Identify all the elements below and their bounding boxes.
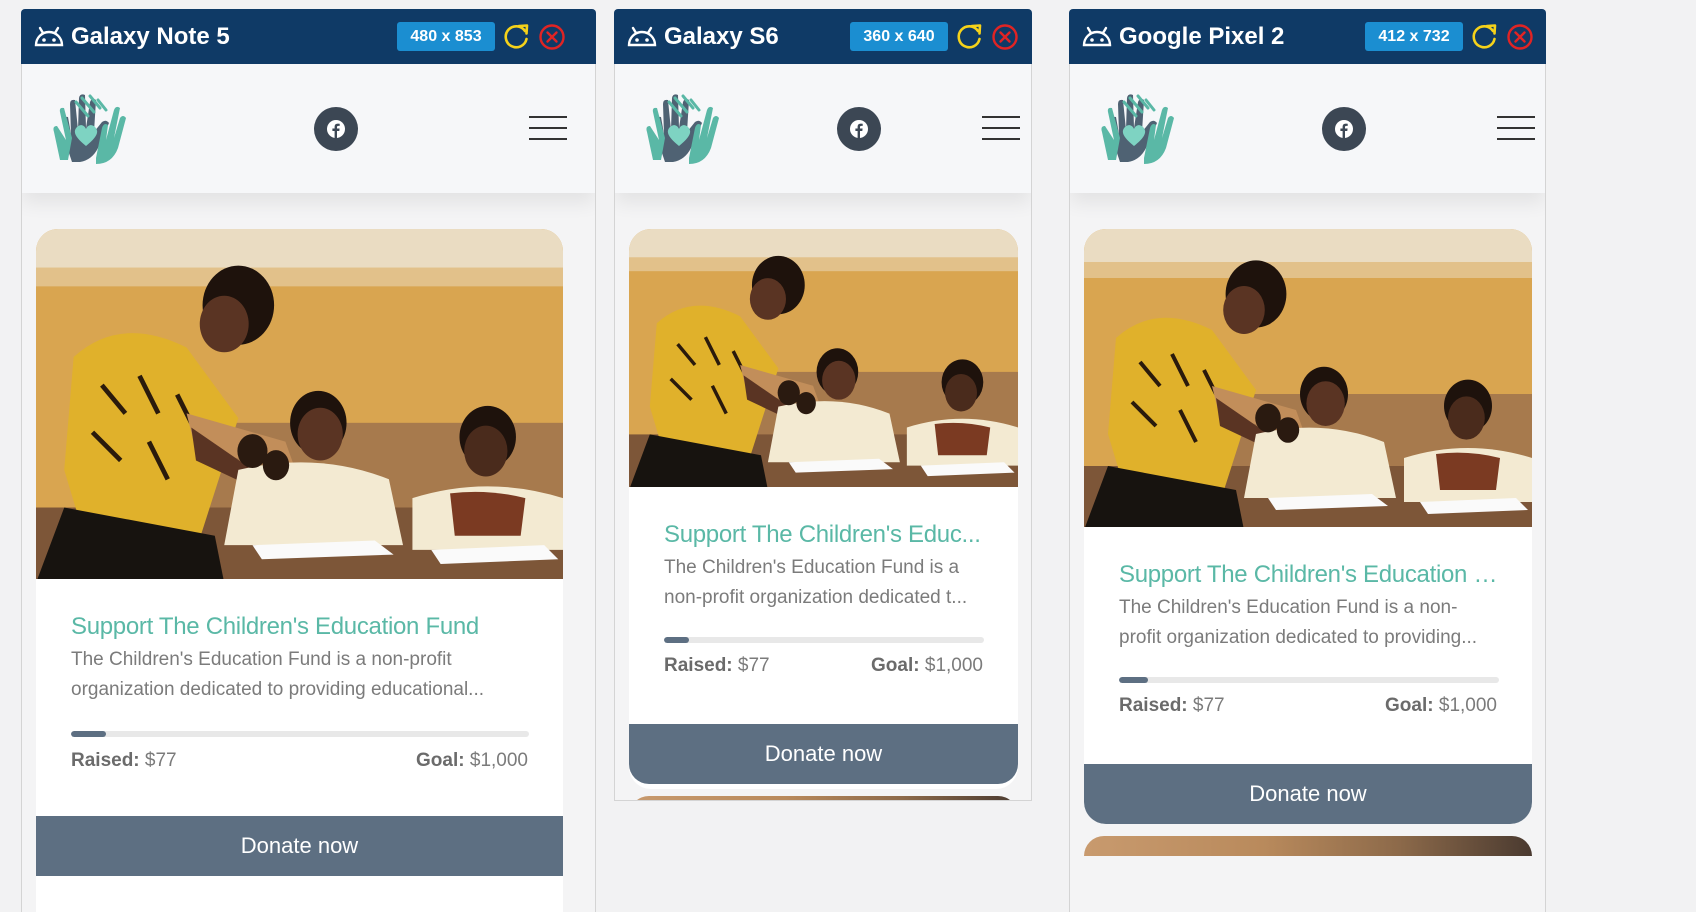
device-galaxy-s6: Galaxy S6 360 x 640 Support The Children…: [614, 9, 1032, 801]
description-line: The Children's Education Fund is a non-p…: [71, 649, 452, 670]
resolution-badge[interactable]: 360 x 640: [850, 22, 948, 51]
device-screen: Support The Children's Education Fund Th…: [21, 64, 596, 912]
goal-label: Goal:: [1385, 695, 1434, 716]
android-icon: [626, 25, 658, 47]
campaign-description: The Children's Education Fund is a non-p…: [71, 645, 531, 705]
close-icon[interactable]: [537, 22, 567, 52]
device-screen: Support The Children's Educ... The Child…: [614, 64, 1032, 801]
goal-label: Goal:: [871, 655, 920, 676]
facebook-icon: [849, 119, 869, 139]
reload-icon[interactable]: [1469, 22, 1499, 52]
device-name: Google Pixel 2: [1119, 23, 1285, 50]
device-name: Galaxy S6: [664, 23, 779, 50]
campaign-image[interactable]: [1084, 229, 1532, 527]
campaign-title[interactable]: Support The Children's Educ...: [664, 520, 994, 550]
progress-fill: [664, 637, 689, 643]
hands-heart-logo[interactable]: [1094, 88, 1174, 168]
raised-label: Raised:: [1119, 695, 1188, 716]
site-header: [22, 64, 595, 193]
hands-heart-logo[interactable]: [46, 88, 126, 168]
facebook-button[interactable]: [314, 107, 358, 151]
next-campaign-image: [1084, 836, 1532, 856]
description-line: profit organization dedicated to providi…: [1119, 627, 1478, 648]
device-titlebar: Galaxy S6 360 x 640: [614, 9, 1032, 64]
device-titlebar: Google Pixel 2 412 x 732: [1069, 9, 1546, 64]
description-line: non-profit organization dedicated t...: [664, 587, 968, 608]
raised-value: $77: [737, 655, 770, 676]
campaign-title[interactable]: Support The Children's Education Fund: [71, 612, 541, 642]
description-line: The Children's Education Fund is a non-: [1119, 597, 1458, 618]
progress-fill: [1119, 677, 1149, 683]
close-icon[interactable]: [990, 22, 1020, 52]
device-titlebar: Galaxy Note 5 480 x 853: [21, 9, 596, 64]
facebook-button[interactable]: [1322, 107, 1366, 151]
campaign-card: Support The Children's Education Fund Th…: [36, 229, 563, 912]
goal-amount: Goal: $1,000: [871, 654, 983, 678]
goal-value: $1,000: [1438, 695, 1497, 716]
donate-button[interactable]: Donate now: [1084, 764, 1532, 824]
menu-icon[interactable]: [1497, 116, 1535, 142]
device-galaxy-note-5: Galaxy Note 5 480 x 853 Support The Chil…: [21, 9, 596, 912]
goal-label: Goal:: [416, 750, 465, 771]
site-header: [1070, 64, 1545, 193]
resolution-badge[interactable]: 412 x 732: [1365, 22, 1463, 51]
raised-amount: Raised: $77: [1119, 694, 1225, 718]
description-line: The Children's Education Fund is a: [664, 557, 960, 578]
android-icon: [1081, 25, 1113, 47]
raised-amount: Raised: $77: [71, 749, 177, 773]
campaign-card: Support The Children's Educ... The Child…: [629, 229, 1018, 789]
device-name: Galaxy Note 5: [71, 23, 230, 50]
description-line: organization dedicated to providing educ…: [71, 679, 485, 700]
donate-button[interactable]: Donate now: [629, 724, 1018, 784]
device-screen: Support The Children's Education F... Th…: [1069, 64, 1546, 912]
donate-button[interactable]: Donate now: [36, 816, 563, 876]
raised-value: $77: [144, 750, 177, 771]
facebook-icon: [1334, 119, 1354, 139]
campaign-image[interactable]: [629, 229, 1018, 487]
menu-icon[interactable]: [529, 116, 567, 142]
android-icon: [33, 25, 65, 47]
goal-amount: Goal: $1,000: [1385, 694, 1497, 718]
facebook-icon: [326, 119, 346, 139]
progress-bar: [71, 731, 529, 737]
campaign-description: The Children's Education Fund is a non-p…: [664, 553, 994, 613]
raised-amount: Raised: $77: [664, 654, 770, 678]
reload-icon[interactable]: [501, 22, 531, 52]
progress-fill: [71, 731, 107, 737]
site-header: [615, 64, 1031, 193]
goal-value: $1,000: [924, 655, 983, 676]
raised-value: $77: [1192, 695, 1225, 716]
campaign-title[interactable]: Support The Children's Education F...: [1119, 560, 1504, 590]
raised-label: Raised:: [664, 655, 733, 676]
goal-amount: Goal: $1,000: [416, 749, 528, 773]
progress-bar: [1119, 677, 1499, 683]
device-google-pixel-2: Google Pixel 2 412 x 732 Support The Chi…: [1069, 9, 1546, 912]
campaign-image[interactable]: [36, 229, 563, 579]
progress-bar: [664, 637, 984, 643]
next-campaign-image: [629, 796, 1018, 800]
campaign-card: Support The Children's Education F... Th…: [1084, 229, 1532, 824]
goal-value: $1,000: [469, 750, 528, 771]
raised-label: Raised:: [71, 750, 140, 771]
menu-icon[interactable]: [982, 116, 1020, 142]
close-icon[interactable]: [1505, 22, 1535, 52]
campaign-description: The Children's Education Fund is a non- …: [1119, 593, 1504, 653]
reload-icon[interactable]: [954, 22, 984, 52]
facebook-button[interactable]: [837, 107, 881, 151]
hands-heart-logo[interactable]: [639, 88, 719, 168]
resolution-badge[interactable]: 480 x 853: [397, 22, 495, 51]
